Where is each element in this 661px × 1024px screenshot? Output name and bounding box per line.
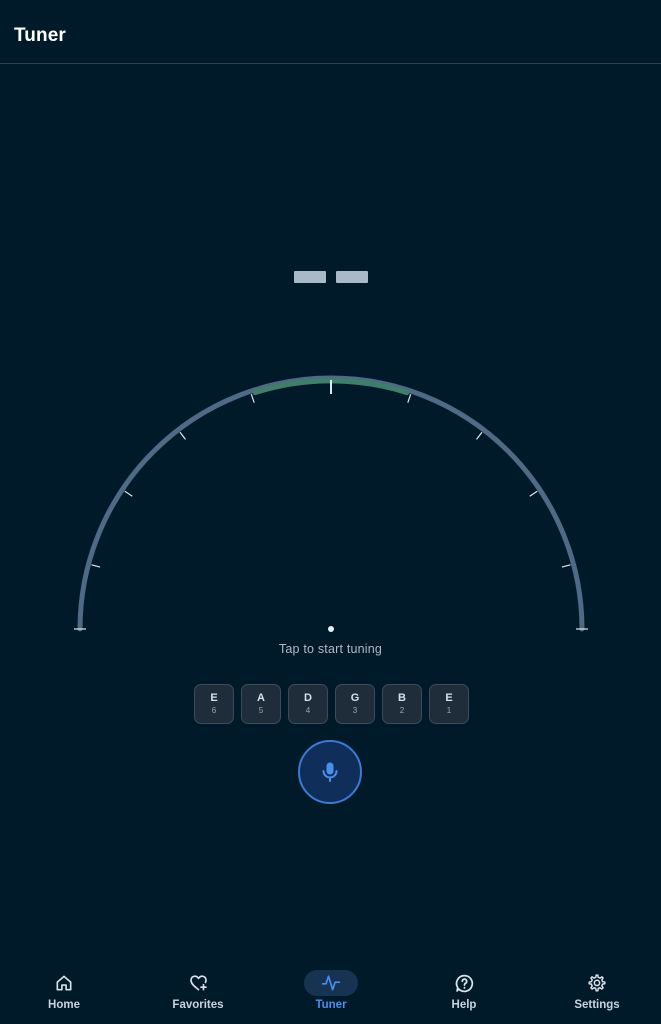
- bottom-navigation: Home Favorites Tuner Help Settings: [0, 958, 661, 1024]
- microphone-button[interactable]: [298, 740, 362, 804]
- string-number-label: 6: [211, 706, 217, 715]
- gauge-ticks: [74, 380, 588, 630]
- heart-plus-icon: [189, 975, 207, 991]
- note-display: [294, 271, 368, 283]
- gauge-tick: [250, 394, 255, 403]
- gauge-arc: [77, 375, 585, 632]
- gauge-tick: [91, 564, 101, 568]
- string-note-label: D: [304, 692, 312, 704]
- string-number-label: 4: [305, 706, 311, 715]
- string-note-label: A: [257, 692, 265, 704]
- nav-home[interactable]: Home: [19, 958, 109, 1024]
- nav-label-help: Help: [451, 999, 477, 1011]
- gauge-tick: [179, 431, 186, 440]
- tuning-status-text: Tap to start tuning: [278, 642, 383, 656]
- string-note-label: B: [398, 692, 406, 704]
- string-number-label: 5: [258, 706, 264, 715]
- string-button[interactable]: E6: [194, 684, 234, 724]
- string-button[interactable]: E1: [429, 684, 469, 724]
- nav-favorites[interactable]: Favorites: [153, 958, 243, 1024]
- string-selector: E6A5D4G3B2E1: [194, 684, 469, 724]
- tuner-app: Tuner Tap to start tuning E6A5D4G3B2E1 H…: [0, 0, 661, 1024]
- tuning-gauge: [74, 375, 588, 632]
- waveform-icon: [321, 975, 341, 991]
- note-placeholder-dash: [336, 271, 368, 283]
- string-button[interactable]: A5: [241, 684, 281, 724]
- string-number-label: 3: [352, 706, 358, 715]
- string-button[interactable]: B2: [382, 684, 422, 724]
- gear-icon: [588, 974, 606, 992]
- nav-label-home: Home: [48, 999, 80, 1011]
- nav-label-settings: Settings: [574, 999, 620, 1011]
- gauge-tick: [124, 490, 133, 497]
- help-icon: [455, 974, 473, 992]
- page-title: Tuner: [14, 25, 66, 46]
- needle-pivot-dot: [328, 626, 334, 632]
- gauge-tick: [561, 564, 571, 568]
- nav-label-favorites: Favorites: [172, 999, 224, 1011]
- string-button[interactable]: G3: [335, 684, 375, 724]
- microphone-icon: [322, 762, 338, 782]
- string-note-label: G: [350, 692, 360, 704]
- nav-label-tuner: Tuner: [315, 999, 347, 1011]
- string-button[interactable]: D4: [288, 684, 328, 724]
- nav-settings[interactable]: Settings: [552, 958, 642, 1024]
- gauge-tick: [407, 394, 412, 403]
- nav-help[interactable]: Help: [419, 958, 509, 1024]
- gauge-tick: [476, 431, 483, 440]
- string-note-label: E: [445, 692, 453, 704]
- string-number-label: 1: [446, 706, 452, 715]
- note-placeholder-dash: [294, 271, 326, 283]
- gauge-tick: [529, 490, 538, 497]
- app-header: Tuner: [0, 0, 661, 64]
- nav-tuner[interactable]: Tuner: [286, 958, 376, 1024]
- home-icon: [56, 975, 72, 991]
- string-note-label: E: [210, 692, 218, 704]
- gauge-in-tune-zone: [252, 378, 410, 396]
- string-number-label: 2: [399, 706, 405, 715]
